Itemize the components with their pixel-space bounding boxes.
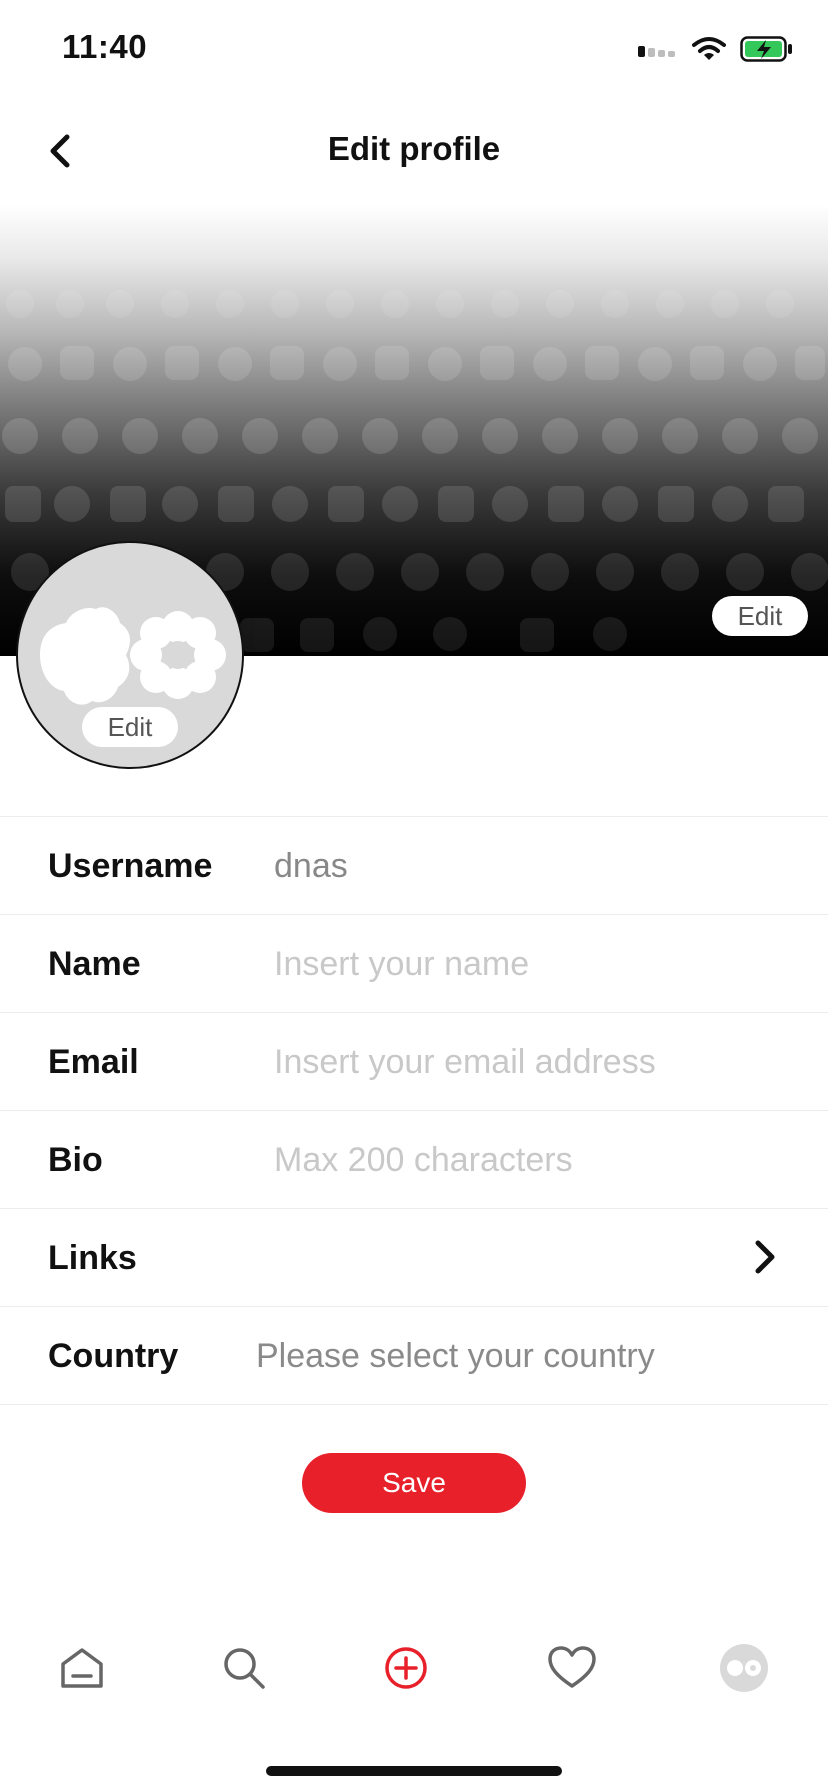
tab-home[interactable]: [52, 1640, 112, 1696]
wifi-icon: [692, 37, 726, 60]
tab-profile[interactable]: [714, 1640, 774, 1696]
cellular-signal-icon: [638, 46, 675, 57]
avatar-edit-button[interactable]: Edit: [82, 707, 178, 747]
email-row[interactable]: Email Insert your email address: [0, 1013, 828, 1111]
name-input[interactable]: Insert your name: [274, 945, 529, 984]
email-label: Email: [48, 1043, 139, 1081]
country-select[interactable]: Please select your country: [256, 1337, 655, 1376]
profile-avatar-icon: [720, 1644, 768, 1692]
country-row[interactable]: Country Please select your country: [0, 1307, 828, 1405]
status-bar: 11:40: [0, 0, 828, 100]
country-label: Country: [48, 1337, 179, 1375]
home-icon: [61, 1648, 103, 1688]
profile-form: Username dnas Name Insert your name Emai…: [0, 816, 828, 1405]
username-row: Username dnas: [0, 817, 828, 915]
search-icon: [224, 1648, 265, 1689]
tab-create[interactable]: [376, 1640, 436, 1696]
tab-search[interactable]: [214, 1640, 274, 1696]
bio-row[interactable]: Bio Max 200 characters: [0, 1111, 828, 1209]
email-input[interactable]: Insert your email address: [274, 1043, 656, 1082]
banner-edit-button[interactable]: Edit: [712, 596, 808, 636]
edit-profile-screen: 11:40 Edit profile Edit Edit Username dn…: [0, 0, 828, 1792]
chevron-right-icon: [755, 1240, 775, 1274]
save-button[interactable]: Save: [302, 1453, 526, 1513]
add-icon: [385, 1647, 427, 1689]
name-label: Name: [48, 945, 141, 983]
tab-favorites[interactable]: [542, 1640, 602, 1696]
links-label: Links: [48, 1239, 137, 1277]
heart-icon: [548, 1646, 596, 1688]
battery-charging-icon: [740, 36, 792, 62]
bio-label: Bio: [48, 1141, 103, 1179]
username-label: Username: [48, 847, 213, 885]
page-title: Edit profile: [327, 130, 501, 167]
status-icons: [638, 36, 794, 62]
home-indicator: [266, 1766, 562, 1776]
status-time: 11:40: [62, 28, 148, 65]
name-row[interactable]: Name Insert your name: [0, 915, 828, 1013]
nav-header: Edit profile: [0, 100, 828, 204]
bio-input[interactable]: Max 200 characters: [274, 1141, 573, 1180]
links-row[interactable]: Links: [0, 1209, 828, 1307]
bottom-tab-bar: [0, 1620, 828, 1714]
username-value: dnas: [274, 847, 348, 885]
profile-avatar[interactable]: Edit: [16, 541, 244, 769]
